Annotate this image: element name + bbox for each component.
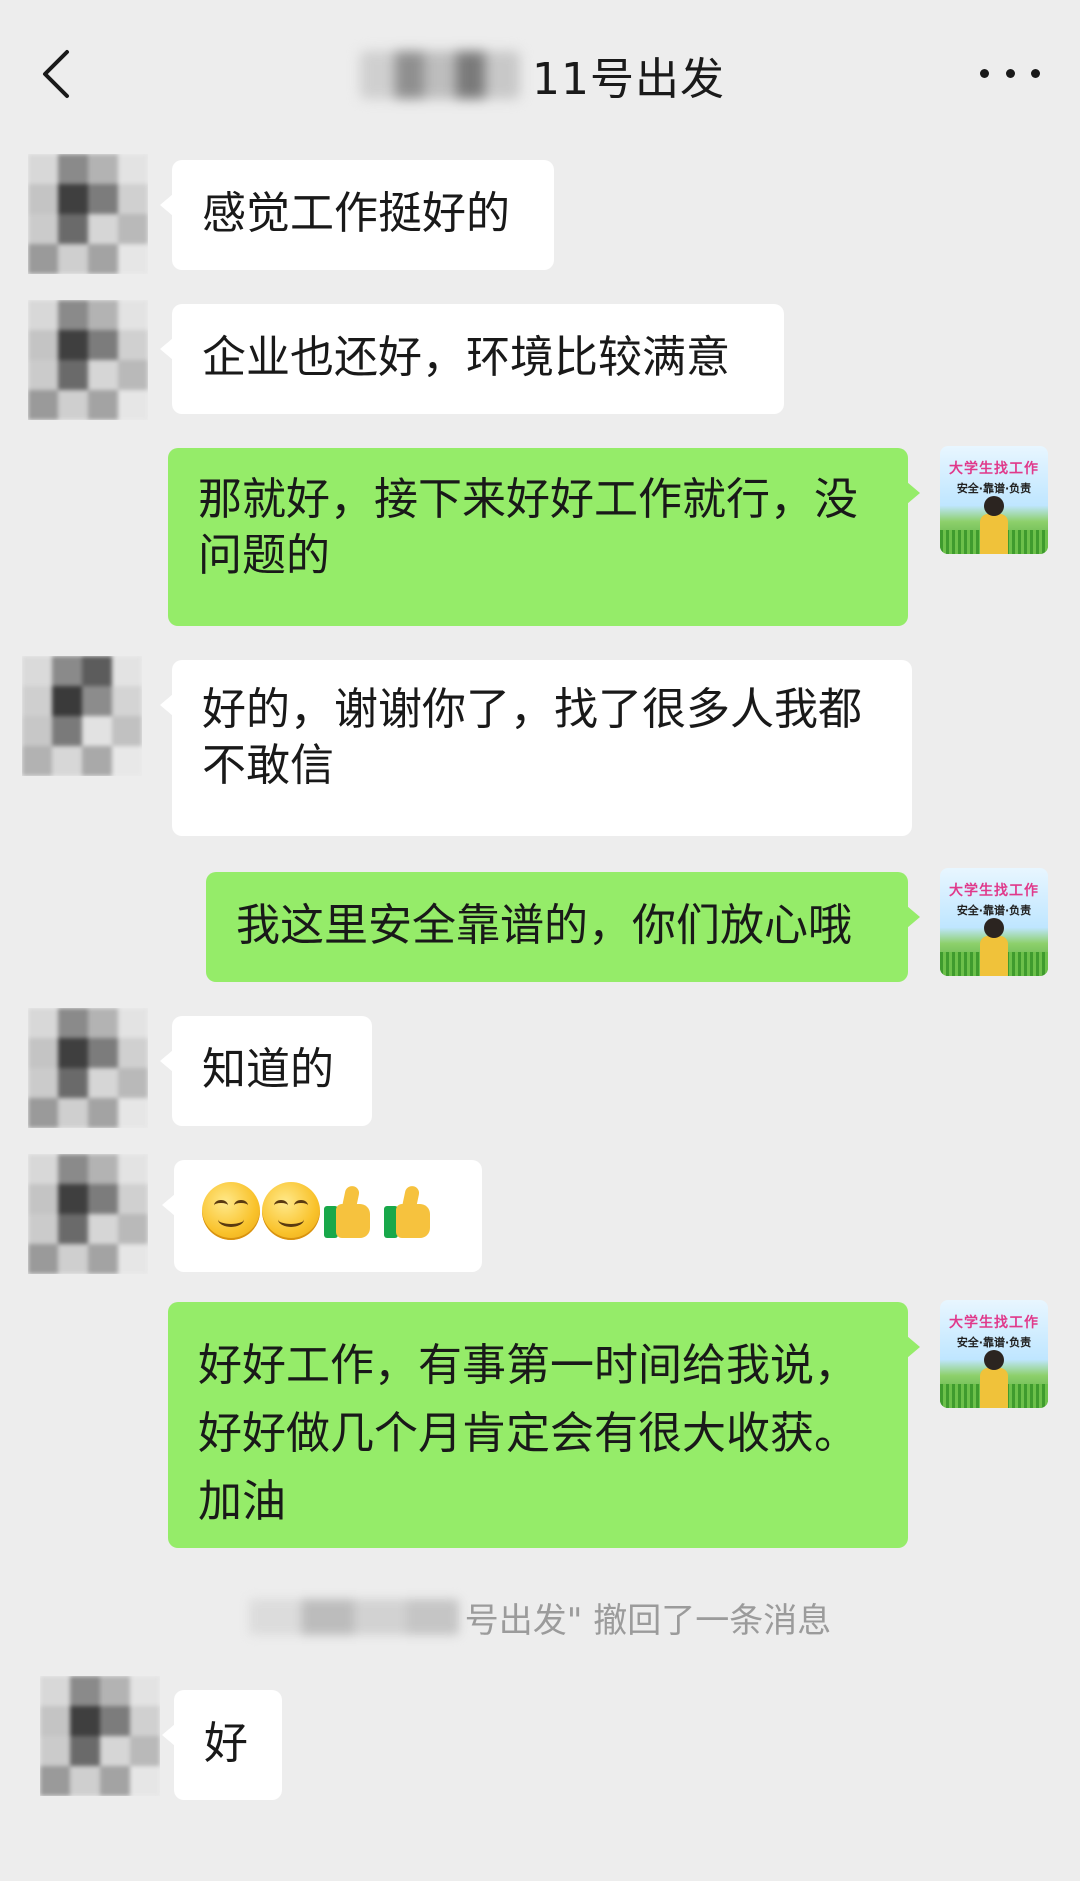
message-text: 好的，谢谢你了，找了很多人我都不敢信 (202, 684, 862, 791)
message-sent: 好好工作，有事第一时间给我说，好好做几个月肯定会有很大收获。加油 大学生找工作 … (0, 1300, 1080, 1550)
avatar-line-2: 安全·靠谱·负责 (956, 482, 1032, 495)
avatar-line-2: 安全·靠谱·负责 (956, 904, 1032, 917)
chevron-left-icon (43, 50, 69, 98)
message-bubble[interactable]: 我这里安全靠谱的，你们放心哦 (206, 872, 920, 982)
back-button[interactable] (30, 44, 82, 104)
message-bubble[interactable]: 知道的 (160, 1016, 372, 1126)
avatar-line-1: 大学生找工作 (949, 1315, 1039, 1331)
thumbs-up-icon (382, 1182, 440, 1240)
avatar-line-1: 大学生找工作 (949, 883, 1039, 899)
message-received: 好 (0, 1676, 1080, 1806)
person-figure (980, 918, 1008, 976)
message-bubble[interactable]: 好的，谢谢你了，找了很多人我都不敢信 (160, 660, 912, 836)
message-sent: 我这里安全靠谱的，你们放心哦 大学生找工作 安全·靠谱·负责 (0, 868, 1080, 986)
contact-avatar[interactable] (40, 1676, 160, 1796)
recall-notice-text: 号出发" 撤回了一条消息 (464, 1600, 832, 1641)
self-avatar[interactable]: 大学生找工作 安全·靠谱·负责 (940, 1300, 1048, 1408)
more-options-button[interactable] (980, 58, 1040, 88)
message-bubble[interactable]: 感觉工作挺好的 (160, 160, 554, 270)
message-text: 那就好，接下来好好工作就行，没问题的 (198, 474, 858, 581)
smile-emoji-icon (262, 1182, 320, 1240)
chat-header: 11号出发 (0, 0, 1080, 150)
message-text: 好好工作，有事第一时间给我说，好好做几个月肯定会有很大收获。加油 (198, 1340, 858, 1527)
message-text: 知道的 (202, 1044, 334, 1095)
avatar-line-2: 安全·靠谱·负责 (956, 1336, 1032, 1349)
chat-title: 11号出发 (532, 54, 725, 105)
message-text: 好 (204, 1718, 248, 1769)
contact-avatar[interactable] (28, 154, 148, 274)
self-avatar[interactable]: 大学生找工作 安全·靠谱·负责 (940, 446, 1048, 554)
dot-icon (980, 68, 989, 78)
avatar-line-1: 大学生找工作 (949, 461, 1039, 477)
contact-avatar[interactable] (28, 1008, 148, 1128)
message-bubble[interactable]: 企业也还好，环境比较满意 (160, 304, 784, 414)
message-bubble[interactable]: 好好工作，有事第一时间给我说，好好做几个月肯定会有很大收获。加油 (168, 1302, 920, 1548)
message-sent: 那就好，接下来好好工作就行，没问题的 大学生找工作 安全·靠谱·负责 (0, 446, 1080, 630)
contact-avatar[interactable] (28, 300, 148, 420)
contact-avatar[interactable] (22, 656, 142, 776)
chat-title-area[interactable]: 11号出发 (360, 40, 725, 110)
dot-icon (1031, 68, 1040, 78)
contact-avatar[interactable] (28, 1154, 148, 1274)
message-text: 我这里安全靠谱的，你们放心哦 (236, 900, 852, 951)
message-received (0, 1150, 1080, 1280)
message-bubble[interactable]: 好 (162, 1690, 282, 1800)
message-bubble[interactable]: 那就好，接下来好好工作就行，没问题的 (168, 448, 920, 626)
self-avatar[interactable]: 大学生找工作 安全·靠谱·负责 (940, 868, 1048, 976)
blurred-contact-name (360, 51, 520, 99)
message-text: 感觉工作挺好的 (202, 188, 510, 239)
message-bubble[interactable] (162, 1160, 482, 1272)
person-figure (980, 1350, 1008, 1408)
blurred-recaller-name (248, 1599, 459, 1635)
smile-emoji-icon (202, 1182, 260, 1240)
message-received: 企业也还好，环境比较满意 (0, 296, 1080, 426)
message-received: 感觉工作挺好的 (0, 150, 1080, 280)
dot-icon (1005, 68, 1015, 78)
message-text: 企业也还好，环境比较满意 (202, 332, 730, 383)
recall-notice: 号出发" 撤回了一条消息 (0, 1592, 1080, 1642)
emoji-row (202, 1182, 440, 1240)
person-figure (980, 496, 1008, 554)
message-received: 好的，谢谢你了，找了很多人我都不敢信 (0, 656, 1080, 840)
thumbs-up-icon (322, 1182, 380, 1240)
message-received: 知道的 (0, 1004, 1080, 1134)
